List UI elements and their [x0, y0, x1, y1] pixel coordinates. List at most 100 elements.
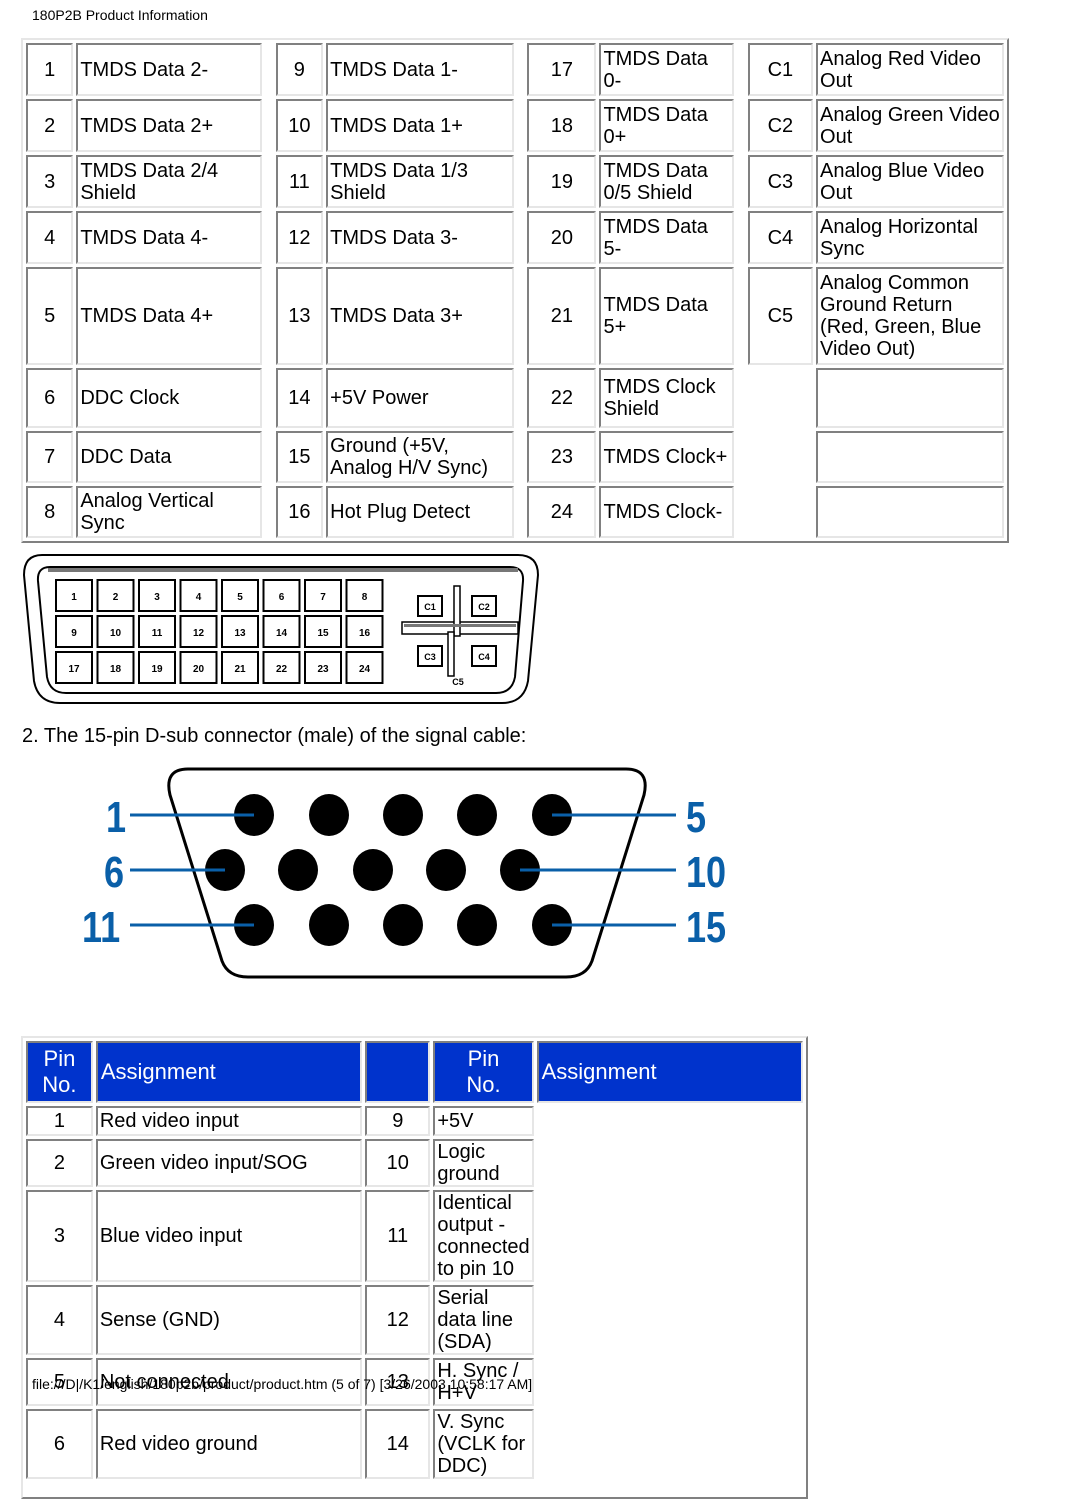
- vga-callout-label-5: 5: [686, 793, 706, 842]
- dvi-cross-vertical-bar-bottom: [447, 631, 455, 677]
- table-row: 4 Sense (GND) 12 Serial data line (SDA): [26, 1285, 803, 1355]
- vga-callout-label-6: 6: [104, 848, 124, 897]
- column-gap: [737, 155, 745, 208]
- vga-pin-3: [383, 794, 423, 836]
- column-gap: [265, 211, 273, 264]
- pin-number: 6: [26, 368, 74, 428]
- vga-caption: 2. The 15-pin D-sub connector (male) of …: [22, 725, 527, 747]
- dvi-pin-label: 3: [154, 592, 160, 603]
- column-gap: [517, 431, 525, 483]
- pin-name: +5V Power: [326, 368, 514, 428]
- pin-number: 14: [365, 1409, 431, 1479]
- pin-name: TMDS Clock-: [599, 486, 734, 538]
- column-gap: [737, 267, 745, 365]
- pin-number: 7: [26, 431, 74, 483]
- pin-name: +5V: [433, 1106, 534, 1136]
- dvi-pin-label: 16: [359, 628, 371, 639]
- pin-number: 4: [26, 211, 74, 264]
- empty-pin-name: [816, 486, 1004, 538]
- column-gap: [517, 211, 525, 264]
- pin-name: DDC Data: [76, 431, 262, 483]
- column-gap: [265, 486, 273, 538]
- table-row: 6 Red video ground 14 V. Sync (VCLK for …: [26, 1409, 803, 1479]
- pin-name: TMDS Data 4-: [76, 211, 262, 264]
- column-gap: [517, 486, 525, 538]
- dvi-cross-vertical-bar-top: [453, 585, 461, 637]
- pin-number: 9: [275, 43, 324, 96]
- column-gap: [737, 99, 745, 152]
- pin-name: Analog Green Video Out: [816, 99, 1004, 152]
- header-pin-line1: Pin: [43, 1046, 76, 1071]
- column-gap: [265, 368, 273, 428]
- pin-name: TMDS Data 0+: [599, 99, 734, 152]
- pin-number: 19: [527, 155, 597, 208]
- pin-number: 24: [527, 486, 597, 538]
- dvi-analog-label: C3: [424, 652, 436, 662]
- pin-name: Sense (GND): [95, 1285, 363, 1355]
- spacer-cell: [96, 1482, 362, 1494]
- table-row: 3 TMDS Data 2/4 Shield 11 TMDS Data 1/3 …: [26, 155, 1004, 208]
- empty-pin-name: [816, 431, 1004, 483]
- pin-number: 18: [527, 99, 597, 152]
- empty-pin-number: [748, 368, 813, 428]
- pin-number: 14: [275, 368, 324, 428]
- dvi-pin-label: 15: [317, 628, 329, 639]
- dvi-pin-label: 20: [193, 664, 205, 675]
- vga-pin-7: [278, 849, 318, 891]
- pin-number: 12: [275, 211, 324, 264]
- table-row: 4 TMDS Data 4- 12 TMDS Data 3- 20 TMDS D…: [26, 211, 1004, 264]
- pin-name: TMDS Data 2+: [76, 99, 262, 152]
- column-gap: [737, 431, 745, 483]
- vga-pin-14: [457, 904, 497, 946]
- pin-number: 11: [275, 155, 324, 208]
- pin-name: Logic ground: [433, 1139, 534, 1187]
- column-gap: [517, 99, 525, 152]
- pin-name: Analog Blue Video Out: [816, 155, 1004, 208]
- column-gap: [517, 368, 525, 428]
- dvi-pin-label: 12: [193, 628, 205, 639]
- pin-name: Identical output - connected to pin 10: [433, 1190, 534, 1282]
- dvi-pin-label: 9: [71, 628, 77, 639]
- dvi-pin-label: 19: [151, 664, 163, 675]
- spacer-cell: [433, 1482, 533, 1494]
- vga-callout-label-15: 15: [686, 903, 726, 952]
- dvi-pin-label: 2: [113, 592, 119, 603]
- header-assignment: Assignment: [536, 1041, 803, 1103]
- pin-name: TMDS Data 3+: [326, 267, 514, 365]
- vga-pin-9: [426, 849, 466, 891]
- empty-pin-number: [748, 431, 813, 483]
- column-gap: [737, 211, 745, 264]
- vga-pin-8: [353, 849, 393, 891]
- dvi-pin-label: 18: [110, 664, 122, 675]
- vga-callout-label-10: 10: [686, 848, 726, 897]
- pin-number: 8: [26, 486, 74, 538]
- pin-number: 17: [527, 43, 597, 96]
- pin-number: 13: [275, 267, 324, 365]
- pin-name: Hot Plug Detect: [326, 486, 514, 538]
- pin-number: 5: [26, 267, 74, 365]
- table-row: 3 Blue video input 11 Identical output -…: [26, 1190, 803, 1282]
- dvi-pin-label: 17: [68, 664, 80, 675]
- pin-number: C4: [747, 211, 814, 264]
- dvi-pin-label: 23: [317, 664, 329, 675]
- pin-name: TMDS Data 0/5 Shield: [599, 155, 734, 208]
- column-gap: [517, 267, 525, 365]
- pin-number: 2: [26, 99, 74, 152]
- dvi-pin-label: 4: [196, 592, 202, 603]
- pin-name: Analog Common Ground Return (Red, Green,…: [816, 267, 1004, 365]
- pin-number: 3: [26, 1190, 93, 1282]
- vga-pin-2: [309, 794, 349, 836]
- pin-name: TMDS Data 4+: [76, 267, 262, 365]
- empty-pin-number: [748, 486, 813, 538]
- header-pin-no: Pin No.: [26, 1041, 93, 1103]
- dvi-pin-label: 22: [276, 664, 288, 675]
- dvi-analog-label: C1: [424, 602, 436, 612]
- column-gap: [737, 43, 745, 96]
- pin-number: C5: [747, 267, 814, 365]
- pin-name: TMDS Data 2/4 Shield: [76, 155, 262, 208]
- pin-number: 10: [275, 99, 324, 152]
- table-spacer-row: [26, 1482, 803, 1494]
- table-row: 5 TMDS Data 4+ 13 TMDS Data 3+ 21 TMDS D…: [26, 267, 1004, 365]
- pin-name: TMDS Data 3-: [326, 211, 514, 264]
- pin-name: Ground (+5V, Analog H/V Sync): [326, 431, 514, 483]
